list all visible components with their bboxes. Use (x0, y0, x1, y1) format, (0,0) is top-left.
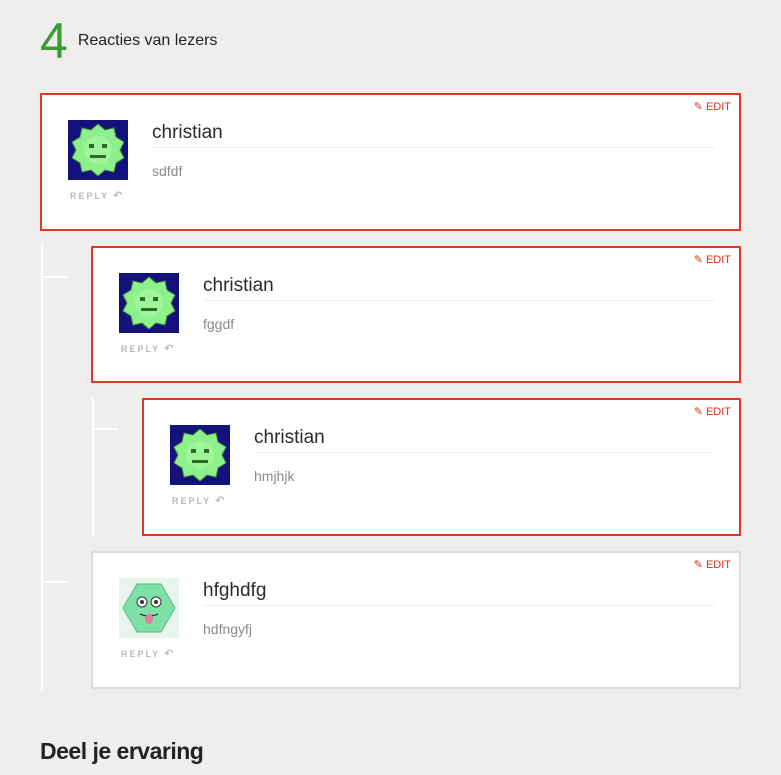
section-title: Deel je ervaring (40, 738, 204, 764)
edit-label: EDIT (705, 253, 731, 266)
comment-count: 4 (40, 13, 68, 69)
comment-card: ✎ EDIT REPLY ↶ christian hmjhjk (142, 398, 741, 536)
edit-link[interactable]: ✎ EDIT (693, 558, 731, 572)
thread-line-horizontal-1 (43, 276, 67, 278)
reply-arrow-icon: ↶ (164, 648, 174, 660)
comment-text: hmjhjk (254, 468, 295, 484)
comment-author: christian (254, 427, 714, 453)
thread-line-horizontal-4 (43, 581, 67, 583)
reply-arrow-icon: ↶ (113, 190, 123, 202)
comment-card: ✎ EDIT REPLY ↶ christian sdfdf (40, 93, 741, 231)
edit-link[interactable]: ✎ EDIT (693, 405, 731, 419)
edit-pencil-icon: ✎ (693, 101, 703, 113)
reply-arrow-icon: ↶ (164, 343, 174, 355)
avatar (119, 578, 179, 638)
reply-label: REPLY (172, 495, 212, 506)
comment-author: christian (203, 275, 715, 301)
green-hexagon-face-avatar-icon (119, 578, 179, 638)
thread-line-vertical-2 (92, 398, 94, 536)
reply-link[interactable]: REPLY ↶ (121, 647, 173, 660)
avatar (119, 273, 179, 333)
edit-link[interactable]: ✎ EDIT (693, 100, 731, 114)
edit-pencil-icon: ✎ (693, 559, 703, 571)
thread-line-vertical-1 (41, 245, 43, 690)
edit-label: EDIT (705, 100, 731, 113)
reply-label: REPLY (121, 343, 161, 354)
comment-card: ✎ EDIT REPLY ↶ christian fggdf (91, 246, 741, 383)
comment-text: hdfngyfj (203, 621, 253, 637)
reply-link[interactable]: REPLY ↶ (172, 494, 224, 507)
comment-text: fggdf (203, 316, 235, 332)
comments-header: 4 Reacties van lezers (40, 16, 217, 66)
green-gear-avatar-icon (122, 276, 176, 330)
thread-line-horizontal-2 (94, 428, 118, 430)
comment-card: ✎ EDIT REPLY ↶ hfghdfg hdfngyfj (91, 551, 741, 689)
reply-label: REPLY (121, 648, 161, 659)
avatar (170, 425, 230, 485)
edit-label: EDIT (705, 405, 731, 418)
edit-pencil-icon: ✎ (693, 254, 703, 266)
edit-label: EDIT (705, 558, 731, 571)
green-gear-avatar-icon (71, 123, 125, 177)
edit-pencil-icon: ✎ (693, 406, 703, 418)
reply-label: REPLY (70, 190, 110, 201)
edit-link[interactable]: ✎ EDIT (693, 253, 731, 267)
comment-author: hfghdfg (203, 580, 715, 606)
reply-link[interactable]: REPLY ↶ (121, 342, 173, 355)
reply-link[interactable]: REPLY ↶ (70, 189, 122, 202)
reply-arrow-icon: ↶ (215, 495, 225, 507)
comment-author: christian (152, 122, 715, 148)
comment-text: sdfdf (152, 163, 183, 179)
green-gear-avatar-icon (173, 428, 227, 482)
comments-header-label: Reacties van lezers (77, 32, 218, 49)
avatar (68, 120, 128, 180)
